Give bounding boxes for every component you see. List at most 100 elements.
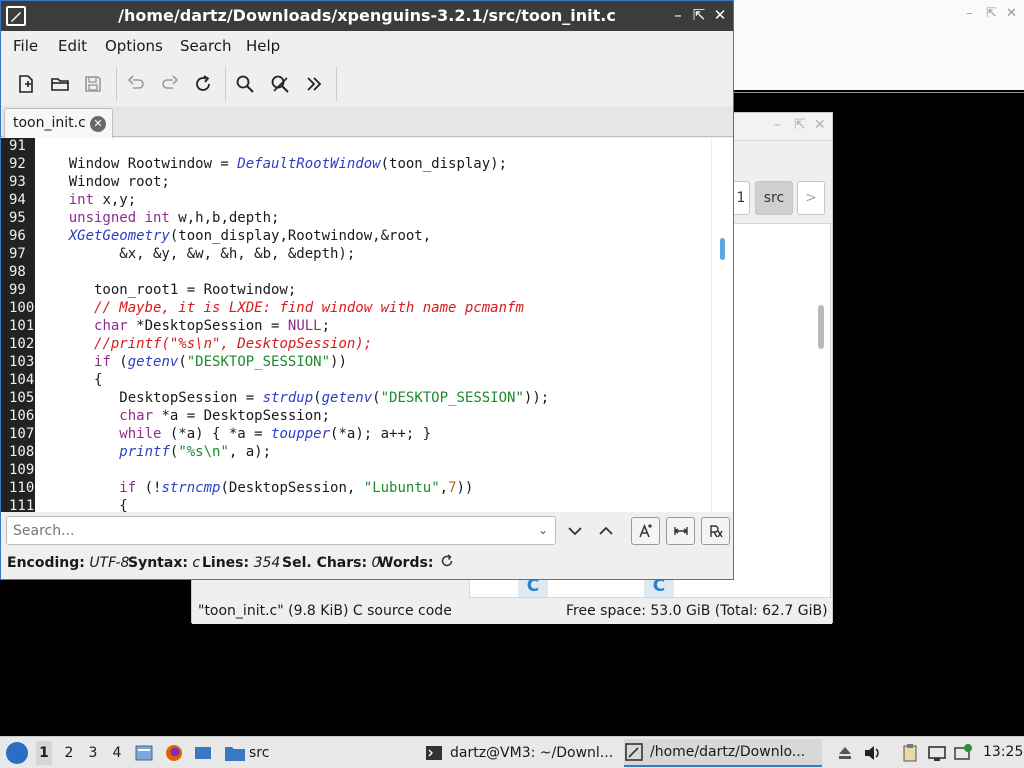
close-icon[interactable]: ✕	[814, 117, 826, 133]
find-previous-button[interactable]	[596, 517, 616, 545]
workspace-1[interactable]: 1	[36, 741, 52, 765]
code-token: , a);	[228, 444, 272, 460]
minimize-icon[interactable]: –	[670, 6, 686, 24]
file-view-scrollbar[interactable]	[818, 305, 824, 349]
code-token: w,h,b,depth;	[169, 210, 280, 226]
code-token: Window Rootwindow =	[35, 156, 238, 172]
maximize-icon[interactable]: ⇱	[794, 117, 806, 133]
code-line[interactable]: // Maybe, it is LXDE: find window with n…	[35, 299, 524, 317]
minimize-icon[interactable]: –	[774, 117, 781, 133]
code-line[interactable]: while (*a) { *a = toupper(*a); a++; }	[35, 425, 431, 443]
code-line[interactable]: DesktopSession = strdup(getenv("DESKTOP_…	[35, 389, 549, 407]
refresh-icon[interactable]	[440, 554, 454, 572]
eject-icon[interactable]	[835, 743, 855, 763]
code-token: *a = DesktopSession;	[153, 408, 331, 424]
match-case-icon	[638, 524, 652, 538]
line-number: 98	[9, 264, 26, 280]
network-icon[interactable]	[927, 743, 947, 763]
match-case-button[interactable]	[631, 517, 660, 545]
find-next-button[interactable]	[565, 517, 585, 545]
show-desktop-icon[interactable]	[193, 743, 213, 763]
line-number: 92	[9, 156, 26, 172]
code-line[interactable]: if (!strncmp(DesktopSession, "Lubuntu",7…	[35, 479, 473, 497]
code-line[interactable]: Window root;	[35, 173, 170, 191]
taskbar-task-editor[interactable]: /home/dartz/Downlo...	[624, 739, 822, 767]
redo-icon[interactable]	[156, 70, 184, 98]
code-token: Window root;	[35, 174, 170, 190]
clock[interactable]: 13:25	[983, 744, 1023, 760]
editor-scrollbar-track[interactable]	[711, 138, 733, 512]
regex-button[interactable]	[701, 517, 730, 545]
code-token: getenv	[321, 390, 373, 406]
menu-search[interactable]: Search	[180, 37, 232, 55]
tab-toon-init[interactable]: toon_init.c ✕	[4, 108, 113, 138]
overflow-icon[interactable]	[300, 70, 328, 98]
path-segment-prev[interactable]: 1	[732, 181, 750, 215]
code-area[interactable]: Window Rootwindow = DefaultRootWindow(to…	[35, 138, 711, 512]
code-token: // Maybe, it is LXDE: find window with n…	[94, 300, 524, 316]
taskbar: 1 2 3 4 src dartz@VM3: ~/Downl... /home/…	[0, 736, 1024, 768]
search-input[interactable]	[6, 516, 556, 545]
selection-status: Sel. Chars: 0	[282, 555, 381, 571]
workspace-4[interactable]: 4	[109, 745, 125, 761]
clipboard-icon[interactable]	[900, 743, 920, 763]
code-line[interactable]: int x,y;	[35, 191, 136, 209]
taskbar-task-src[interactable]: src	[224, 739, 269, 767]
editor-scrollbar-thumb[interactable]	[720, 238, 725, 260]
reload-icon[interactable]	[189, 70, 217, 98]
menu-help[interactable]: Help	[246, 37, 280, 55]
code-line[interactable]: char *a = DesktopSession;	[35, 407, 330, 425]
start-menu-icon[interactable]	[6, 742, 28, 764]
line-number: 91	[9, 138, 26, 154]
workspace-2[interactable]: 2	[61, 745, 77, 761]
close-icon[interactable]: ✕	[712, 6, 728, 24]
code-line[interactable]: if (getenv("DESKTOP_SESSION"))	[35, 353, 347, 371]
whole-word-button[interactable]	[666, 517, 695, 545]
menu-options[interactable]: Options	[105, 37, 163, 55]
close-icon[interactable]: ✕	[1006, 6, 1017, 21]
taskbar-task-label: /home/dartz/Downlo...	[650, 744, 806, 760]
file-manager-launcher-icon[interactable]	[134, 743, 154, 763]
code-editor[interactable]: 91 92 93 94 95 96 97 98 99 100 101 102 103 104 105 106 1…	[1, 138, 733, 512]
line-number: 109	[9, 462, 35, 478]
workspace-3[interactable]: 3	[85, 745, 101, 761]
path-next-button[interactable]: >	[797, 181, 825, 215]
line-number: 111	[9, 498, 35, 512]
code-token: (*a) { *a =	[161, 426, 272, 442]
code-token: unsigned int	[68, 210, 170, 226]
undo-icon[interactable]	[122, 70, 150, 98]
update-notifier-icon[interactable]	[953, 743, 973, 763]
code-token: (toon_display);	[380, 156, 508, 172]
code-line[interactable]: {	[35, 371, 102, 389]
code-line[interactable]: unsigned int w,h,b,depth;	[35, 209, 280, 227]
firefox-icon[interactable]	[164, 743, 184, 763]
code-line[interactable]: {	[35, 497, 127, 512]
new-file-icon[interactable]	[12, 70, 40, 98]
code-line[interactable]: &x, &y, &w, &h, &b, &depth);	[35, 245, 355, 263]
volume-icon[interactable]	[862, 743, 882, 763]
chevron-down-icon	[568, 527, 582, 536]
find-replace-icon[interactable]	[266, 70, 294, 98]
maximize-icon[interactable]: ⇱	[986, 6, 997, 21]
code-token: ))	[456, 480, 474, 496]
code-line[interactable]: XGetGeometry(toon_display,Rootwindow,&ro…	[35, 227, 431, 245]
close-icon[interactable]: ✕	[90, 116, 106, 132]
save-icon[interactable]	[79, 70, 107, 98]
open-folder-icon[interactable]	[46, 70, 74, 98]
chevron-down-icon[interactable]: ⌄	[538, 523, 548, 537]
menu-file[interactable]: File	[13, 37, 38, 55]
code-line[interactable]: printf("%s\n", a);	[35, 443, 271, 461]
code-line[interactable]: Window Rootwindow = DefaultRootWindow(to…	[35, 155, 507, 173]
maximize-icon[interactable]: ⇱	[691, 6, 707, 24]
menu-edit[interactable]: Edit	[58, 37, 87, 55]
path-segment-src[interactable]: src	[755, 181, 793, 215]
minimize-icon[interactable]: –	[966, 6, 973, 21]
code-line[interactable]: toon_root1 = Rootwindow;	[35, 281, 296, 299]
code-line[interactable]: //printf("%s\n", DesktopSession);	[35, 335, 372, 353]
code-line[interactable]: char *DesktopSession = NULL;	[35, 317, 330, 335]
search-icon[interactable]	[231, 70, 259, 98]
taskbar-task-terminal[interactable]: dartz@VM3: ~/Downl...	[424, 739, 620, 767]
